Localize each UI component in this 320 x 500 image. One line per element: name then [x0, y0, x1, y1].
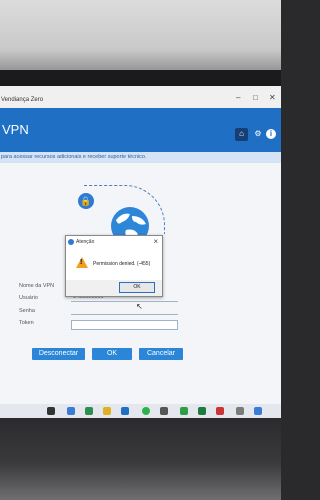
maximize-icon[interactable]: □ [253, 93, 258, 102]
close-window-icon[interactable]: ✕ [269, 93, 276, 102]
taskbar-app-icon[interactable] [216, 407, 224, 415]
taskbar-app-icon[interactable] [236, 407, 244, 415]
screen: Vendiança Zero – □ ✕ VPN ⌂ ⚙ i para aces… [0, 86, 281, 418]
app-header: VPN ⌂ ⚙ i [0, 108, 281, 152]
taskbar-app-icon[interactable] [85, 407, 93, 415]
minimize-icon[interactable]: – [236, 93, 240, 102]
taskbar-app-icon[interactable] [254, 407, 262, 415]
dialog-footer: OK [66, 280, 162, 296]
ok-button[interactable]: OK [92, 348, 132, 360]
monitor-bezel-bottom [0, 418, 281, 500]
info-icon[interactable]: i [266, 129, 276, 139]
password-field[interactable] [71, 305, 178, 315]
user-label: Usuário [19, 295, 38, 301]
dialog-body: ! Permission denied. (-455) [66, 248, 162, 280]
disconnect-button[interactable]: Desconectar [32, 348, 85, 360]
dialog-ok-button[interactable]: OK [119, 282, 155, 293]
dialog-message: Permission denied. (-455) [93, 261, 151, 267]
token-field[interactable] [71, 320, 178, 330]
warning-icon: ! [76, 257, 88, 268]
dialog-title: Atenção [76, 239, 95, 245]
taskbar [0, 404, 281, 418]
home-icon[interactable]: ⌂ [235, 128, 248, 141]
mouse-cursor-icon: ↖ [136, 302, 143, 311]
taskbar-app-icon[interactable] [198, 407, 206, 415]
taskbar-folder-icon[interactable] [103, 407, 111, 415]
token-label: Token [19, 320, 34, 326]
vpn-name-label: Nome da VPN [19, 283, 55, 289]
page-title: VPN [2, 122, 29, 137]
taskbar-app-icon[interactable] [160, 407, 168, 415]
info-banner: para acessar recursos adicionais e receb… [0, 152, 281, 163]
cancel-button[interactable]: Cancelar [139, 348, 183, 360]
window-title: Vendiança Zero [1, 97, 44, 103]
dialog-close-icon[interactable]: × [153, 237, 158, 246]
taskbar-app-icon[interactable] [180, 407, 188, 415]
alert-dialog: Atenção × ! Permission denied. (-455) OK [65, 235, 163, 297]
taskbar-app-icon[interactable] [142, 407, 150, 415]
gear-icon[interactable]: ⚙ [252, 128, 264, 140]
window-titlebar: Vendiança Zero – □ ✕ [0, 86, 281, 108]
taskbar-search-icon[interactable] [47, 407, 55, 415]
taskbar-app-icon[interactable] [121, 407, 129, 415]
lock-icon: 🔒 [78, 193, 94, 209]
taskbar-app-icon[interactable] [67, 407, 75, 415]
app-icon [68, 239, 74, 245]
info-banner-text: para acessar recursos adicionais e receb… [1, 154, 147, 160]
password-label: Senha [19, 308, 35, 314]
